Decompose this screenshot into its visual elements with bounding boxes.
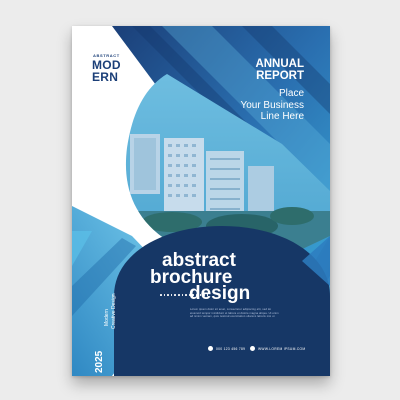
body-copy: Lorem ipsum dolor sit amet, consectetur … xyxy=(190,308,300,319)
body-copy-line: ad minim veniam, quis nostrud exercitati… xyxy=(190,315,275,319)
subtitle-line1: Place xyxy=(278,88,304,99)
year-label: 2025 xyxy=(94,350,105,373)
tagline-line2: Creative Design xyxy=(111,293,117,329)
title-line1: ANNUAL xyxy=(255,58,304,70)
stage: ABSTRACT MOD ERN ANNUAL REPORT Place You… xyxy=(0,0,400,400)
phone-icon xyxy=(208,346,213,351)
dotted-divider xyxy=(160,294,209,296)
brand-logo-line2: ERN xyxy=(92,70,119,84)
globe-icon xyxy=(250,346,255,351)
subtitle-line2: Your Business xyxy=(240,99,304,111)
brochure-cover: ABSTRACT MOD ERN ANNUAL REPORT Place You… xyxy=(72,26,330,376)
subtitle-line3: Line Here xyxy=(260,111,304,122)
website-text: WWW.LOREM IPSUM.COM xyxy=(258,346,306,351)
title-line2: REPORT xyxy=(256,70,304,82)
contact-website: WWW.LOREM IPSUM.COM xyxy=(250,346,305,351)
phone-text: 000 123 456 789 xyxy=(216,346,246,351)
contact-phone: 000 123 456 789 xyxy=(208,346,245,351)
tagline-line1: Modern xyxy=(104,309,110,326)
